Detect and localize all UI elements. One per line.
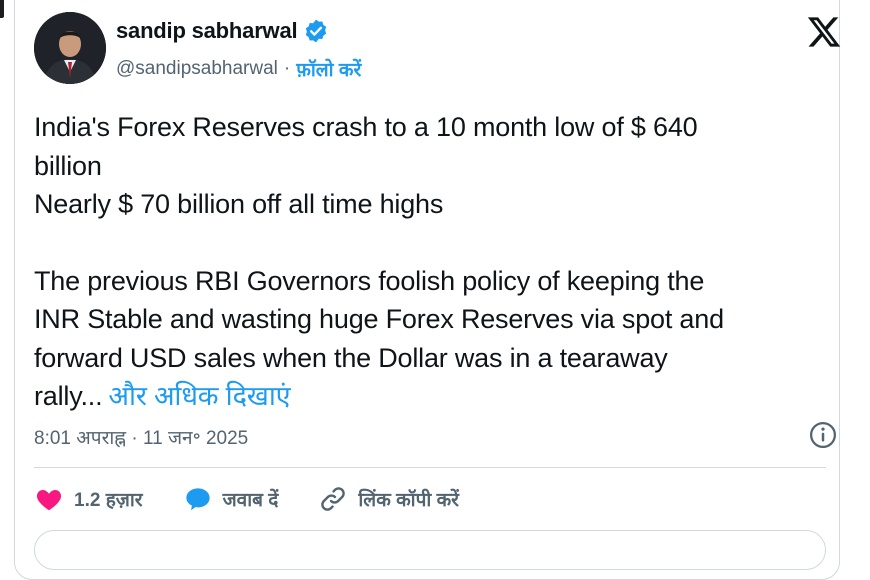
tweet-line: rally... [34,381,103,411]
tweet-timestamp[interactable]: 8:01 अपराह्न · 11 जन॰ 2025 [34,424,248,450]
copy-link-button[interactable]: लिंक कॉपी करें [318,484,459,514]
handle-separator: · [283,58,291,79]
handle-row: @sandipsabharwal · फ़ॉलो करें [116,56,361,82]
tweet-line-last: rally... और अधिक दिखाएं [34,377,834,416]
link-icon [318,484,348,514]
tweet-line: billion [34,150,102,181]
tweet-line: INR Stable and wasting huge Forex Reserv… [34,304,724,334]
x-logo-icon[interactable] [806,14,842,50]
reply-label: जवाब दें [222,490,279,511]
reply-button[interactable]: जवाब दें [183,484,279,514]
like-button[interactable]: 1.2 हज़ार [34,484,143,514]
tweet-text: India's Forex Reserves crash to a 10 mon… [34,108,834,416]
verified-badge-icon [303,18,329,44]
read-replies-button[interactable] [34,530,826,570]
follow-button[interactable]: फ़ॉलो करें [296,56,361,82]
action-bar: 1.2 हज़ार जवाब दें लिंक कॉपी करें [34,484,499,514]
reply-bubble-icon [183,484,213,514]
tweet-line: forward USD sales when the Dollar was in… [34,342,668,373]
divider [34,467,826,468]
tweet-line: India's Forex Reserves crash to a 10 mon… [34,112,698,142]
author-name[interactable]: sandip sabharwal [116,18,298,44]
like-count: 1.2 हज़ार [74,490,143,511]
avatar[interactable] [34,12,106,84]
avatar-portrait [34,12,106,84]
show-more-link[interactable]: और अधिक दिखाएं [108,381,290,411]
heart-icon [34,484,64,514]
author-name-row: sandip sabharwal [116,18,329,44]
window-edge-mark [0,0,4,18]
info-icon[interactable] [808,420,838,450]
copy-link-label: लिंक कॉपी करें [358,490,459,511]
author-handle[interactable]: @sandipsabharwal [116,58,278,80]
tweet-line: The previous RBI Governors foolish polic… [34,265,705,296]
tweet-line: Nearly $ 70 billion off all time highs [34,189,444,219]
